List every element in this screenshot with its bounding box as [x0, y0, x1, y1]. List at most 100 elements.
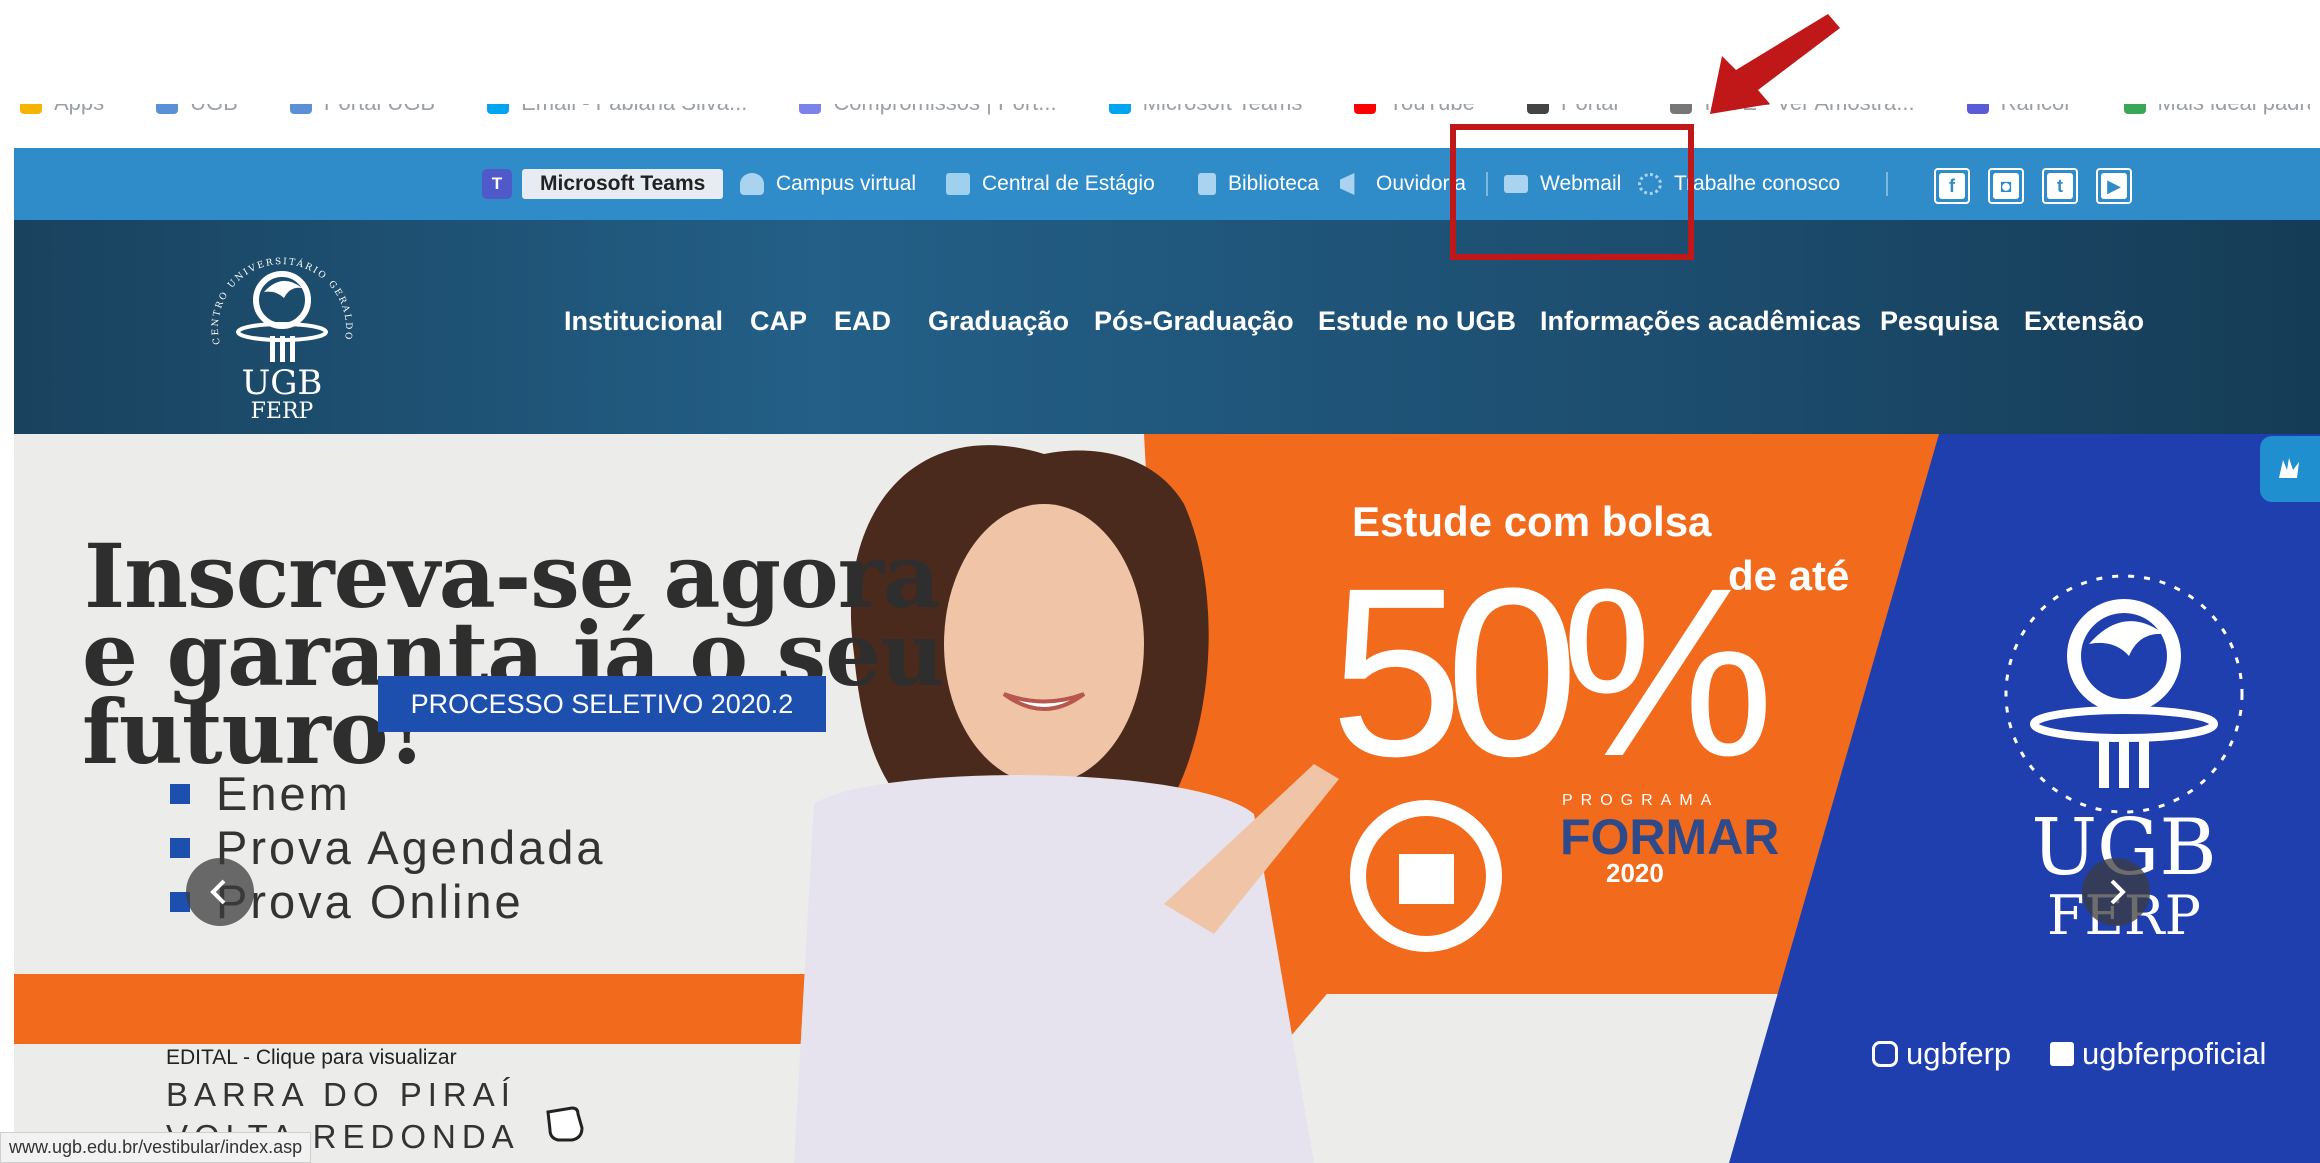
bookmark-item[interactable]: YouTube [1354, 104, 1475, 116]
chevron-right-icon [2110, 879, 2126, 905]
nav-item-institucional[interactable]: Institucional [564, 306, 723, 337]
book-icon [1198, 173, 1216, 195]
bookmark-item[interactable]: Rancor [1966, 104, 2072, 116]
bookmark-favicon-icon [1670, 104, 1693, 114]
youtube-icon: ▶ [2101, 173, 2127, 199]
bookmark-label: Apps [54, 104, 104, 116]
bookmarks-bar: Apps UGB Portal UGB Email - Fabiana Silva..… [20, 104, 2310, 138]
bookmark-favicon-icon [487, 104, 510, 114]
instagram-icon [1872, 1041, 1898, 1067]
bookmark-favicon-icon [20, 104, 42, 114]
city-barra-do-pirai[interactable]: BARRA DO PIRAÍ [166, 1076, 516, 1114]
carousel-prev-button[interactable] [186, 858, 254, 926]
instagram-button[interactable]: ◘ [1988, 168, 2024, 204]
biblioteca-link[interactable]: Biblioteca [1198, 148, 1319, 220]
people-icon [740, 173, 764, 195]
nav-item-informacoes-academicas[interactable]: Informações acadêmicas [1540, 306, 1861, 337]
teams-icon: T [482, 169, 512, 199]
logo-ferp: FERP [251, 399, 314, 424]
bookmark-label: Rancor [2001, 104, 2072, 116]
instagram-icon: ◘ [1993, 173, 2019, 199]
de-ate-text: de até [1728, 552, 1850, 599]
instagram-handle[interactable]: ugbferp [1872, 1036, 2011, 1072]
twitter-icon: t [2047, 173, 2073, 199]
central-estagio-label: Central de Estágio [982, 172, 1155, 195]
campus-virtual-label: Campus virtual [776, 172, 917, 195]
option-enem: Enem [170, 766, 351, 821]
trabalhe-conosco-label: Trabalhe conosco [1674, 172, 1841, 195]
bookmark-favicon-icon [289, 104, 312, 114]
bookmark-item[interactable]: Mais ideal padrão [2123, 104, 2310, 116]
nav-item-pos-graduacao[interactable]: Pós-Graduação [1094, 306, 1294, 337]
logo-ugb: UGB [242, 363, 323, 403]
bookmark-item[interactable]: Apps [20, 104, 104, 116]
nav-item-graduacao[interactable]: Graduação [928, 306, 1069, 337]
pointer-hand-icon [546, 1106, 584, 1142]
separator [1886, 172, 1888, 196]
bullet-icon [170, 783, 190, 804]
option-label: Prova Online [216, 875, 524, 928]
nav-item-ead[interactable]: EAD [834, 306, 891, 337]
bookmark-item[interactable]: Compromissos | Port... [799, 104, 1057, 116]
hero-banner[interactable]: UGB FERP Inscreva-se agora e garanta já … [14, 434, 2320, 1163]
bookmark-item[interactable]: Microsoft Teams [1108, 104, 1303, 116]
formar-year: 2020 [1606, 858, 1664, 888]
bookmark-item[interactable]: Portal [1526, 104, 1618, 116]
bookmark-label: Portal UGB [324, 104, 435, 116]
facebook-button[interactable]: f [1934, 168, 1970, 204]
nav-item-cap[interactable]: CAP [750, 306, 807, 337]
nav-item-extensao[interactable]: Extensão [2024, 306, 2144, 337]
instagram-label: ugbferp [1906, 1036, 2012, 1071]
formar-text: FORMAR [1560, 809, 1780, 865]
bookmark-label: Microsoft Teams [1143, 104, 1303, 116]
ouvidoria-link[interactable]: Ouvidoria [1340, 148, 1466, 220]
option-label: Prova Agendada [216, 821, 606, 874]
teams-link[interactable]: T Microsoft Teams [482, 148, 724, 220]
bookmark-label: Mais ideal padrão [2158, 104, 2310, 116]
annotation-arrow-icon [1710, 14, 1840, 114]
status-bar-url: www.ugb.edu.br/vestibular/index.asp [0, 1132, 312, 1163]
bookmark-label: YouTube [1388, 104, 1474, 116]
bookmark-item[interactable]: Email - Fabiana Silva... [487, 104, 747, 116]
bookmark-favicon-icon [2123, 104, 2146, 114]
megaphone-icon [1340, 173, 1355, 195]
central-estagio-link[interactable]: Central de Estágio [946, 148, 1155, 220]
screenshot: Apps UGB Portal UGB Email - Fabiana Silva..… [0, 0, 2320, 1163]
logo-ring-text: CENTRO UNIVERSITÁRIO GERALDO DI BIASE [182, 228, 351, 347]
facebook-label: ugbferpoficial [2082, 1036, 2267, 1071]
annotation-highlight-box [1450, 124, 1694, 260]
bookmark-label: Compromissos | Port... [833, 104, 1056, 116]
youtube-button[interactable]: ▶ [2096, 168, 2132, 204]
ugb-ferp-logo[interactable]: CENTRO UNIVERSITÁRIO GERALDO DI BIASE UG… [182, 228, 382, 428]
bookmark-favicon-icon [1108, 104, 1131, 114]
facebook-icon [2050, 1042, 2074, 1066]
twitter-button[interactable]: t [2042, 168, 2078, 204]
bookmark-favicon-icon [1966, 104, 1989, 114]
bookmark-label: Email - Fabiana Silva... [521, 104, 747, 116]
chevron-left-icon [210, 879, 226, 905]
svg-text:CENTRO UNIVERSITÁRIO GERALDO D: CENTRO UNIVERSITÁRIO GERALDO DI BIASE [182, 228, 353, 347]
accessibility-button[interactable] [2260, 436, 2320, 502]
bookmark-item[interactable]: UGB [156, 104, 238, 116]
nav-item-pesquisa[interactable]: Pesquisa [1880, 306, 1999, 337]
bookmark-item[interactable]: Portal UGB [289, 104, 435, 116]
main-navbar: CENTRO UNIVERSITÁRIO GERALDO DI BIASE UG… [14, 220, 2320, 434]
bookmark-favicon-icon [156, 104, 179, 114]
teams-label: Microsoft Teams [522, 169, 724, 199]
biblioteca-label: Biblioteca [1228, 172, 1320, 195]
nav-item-estude-no-ugb[interactable]: Estude no UGB [1318, 306, 1516, 337]
bookmark-label: UGB [190, 104, 238, 116]
option-label: Enem [216, 767, 351, 820]
facebook-handle[interactable]: ugbferpoficial [2050, 1036, 2266, 1072]
sign-language-hands-icon [2279, 458, 2299, 478]
briefcase-icon [946, 173, 970, 195]
processo-seletivo-badge: PROCESSO SELETIVO 2020.2 [378, 676, 826, 732]
bookmark-favicon-icon [1526, 104, 1549, 114]
top-utility-bar: T Microsoft Teams Campus virtual Central… [14, 148, 2320, 220]
campus-virtual-link[interactable]: Campus virtual [740, 148, 916, 220]
edital-link[interactable]: EDITAL - Clique para visualizar [166, 1046, 457, 1070]
bookmark-favicon-icon [799, 104, 822, 114]
facebook-icon: f [1939, 173, 1965, 199]
bookmark-favicon-icon [1354, 104, 1377, 114]
carousel-next-button[interactable] [2082, 858, 2150, 926]
